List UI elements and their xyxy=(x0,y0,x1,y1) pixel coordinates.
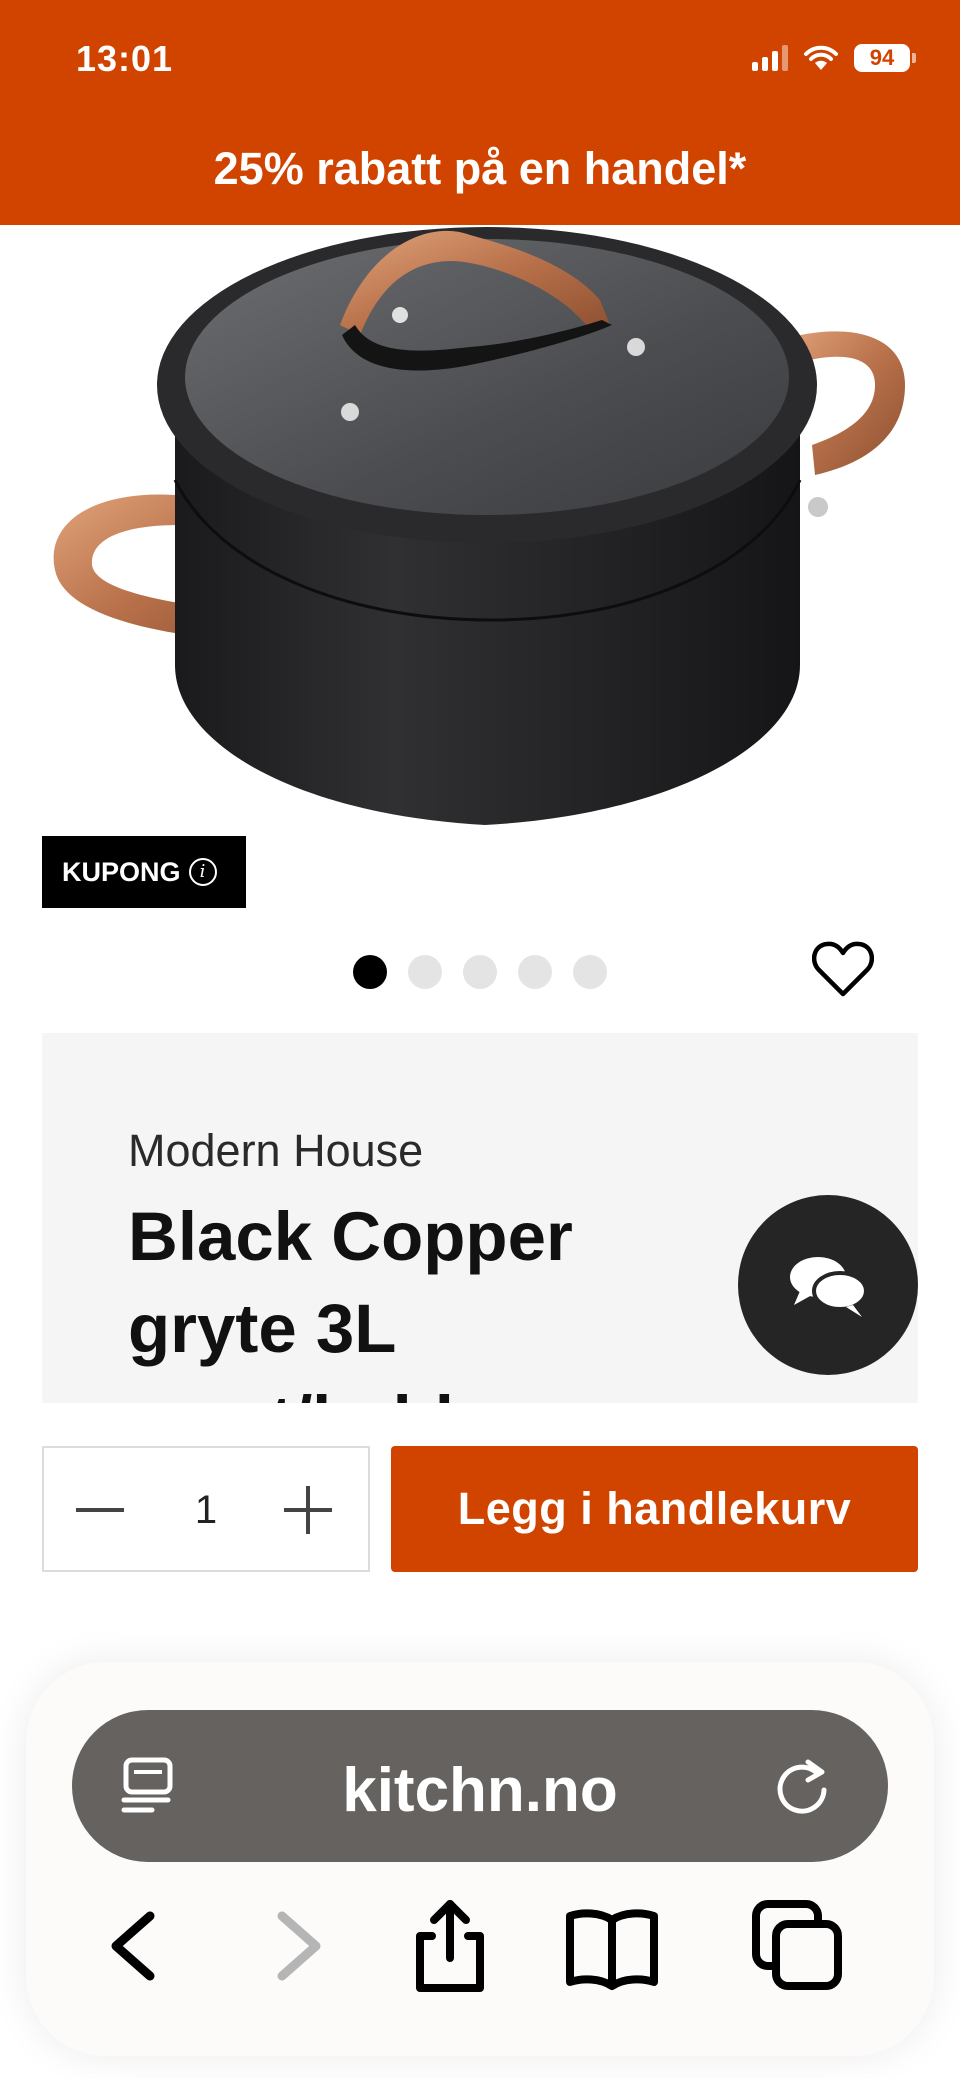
coupon-badge[interactable]: KUPONG i xyxy=(42,836,246,908)
back-icon[interactable] xyxy=(86,1896,186,1996)
add-to-cart-button[interactable]: Legg i handlekurv xyxy=(391,1446,918,1572)
address-bar[interactable]: kitchn.no xyxy=(72,1710,888,1862)
carousel-dot[interactable] xyxy=(408,955,442,989)
wifi-icon xyxy=(804,45,838,70)
status-icons: 94 xyxy=(752,44,916,72)
carousel-dot[interactable] xyxy=(353,955,387,989)
battery-icon: 94 xyxy=(854,44,916,72)
tabs-icon[interactable] xyxy=(748,1896,848,1996)
battery-level: 94 xyxy=(854,44,910,72)
product-title: Black Copper gryte 3L svart/kobber xyxy=(128,1198,573,1403)
carousel-indicator xyxy=(353,955,607,989)
chat-icon xyxy=(790,1257,868,1317)
reload-icon[interactable] xyxy=(772,1754,834,1816)
signal-icon xyxy=(752,45,788,71)
quantity-stepper: 1 xyxy=(42,1446,370,1572)
product-brand[interactable]: Modern House xyxy=(128,1125,423,1177)
chat-button[interactable] xyxy=(738,1195,918,1375)
info-icon[interactable]: i xyxy=(188,858,217,886)
carousel-dot[interactable] xyxy=(518,955,552,989)
product-image[interactable] xyxy=(0,225,960,930)
share-icon[interactable] xyxy=(400,1896,500,1996)
carousel-dot[interactable] xyxy=(573,955,607,989)
coupon-label: KUPONG xyxy=(62,856,181,887)
forward-icon[interactable] xyxy=(246,1896,346,1996)
bookmarks-icon[interactable] xyxy=(562,1896,662,1996)
header-banner: 13:01 94 25% rabatt på en handel* xyxy=(0,0,960,225)
status-time: 13:01 xyxy=(76,38,174,79)
promo-text[interactable]: 25% rabatt på en handel* xyxy=(0,143,960,195)
increase-quantity-button[interactable] xyxy=(284,1486,332,1534)
heart-icon[interactable] xyxy=(812,940,874,998)
url-text[interactable]: kitchn.no xyxy=(72,1755,888,1826)
carousel-dot[interactable] xyxy=(463,955,497,989)
